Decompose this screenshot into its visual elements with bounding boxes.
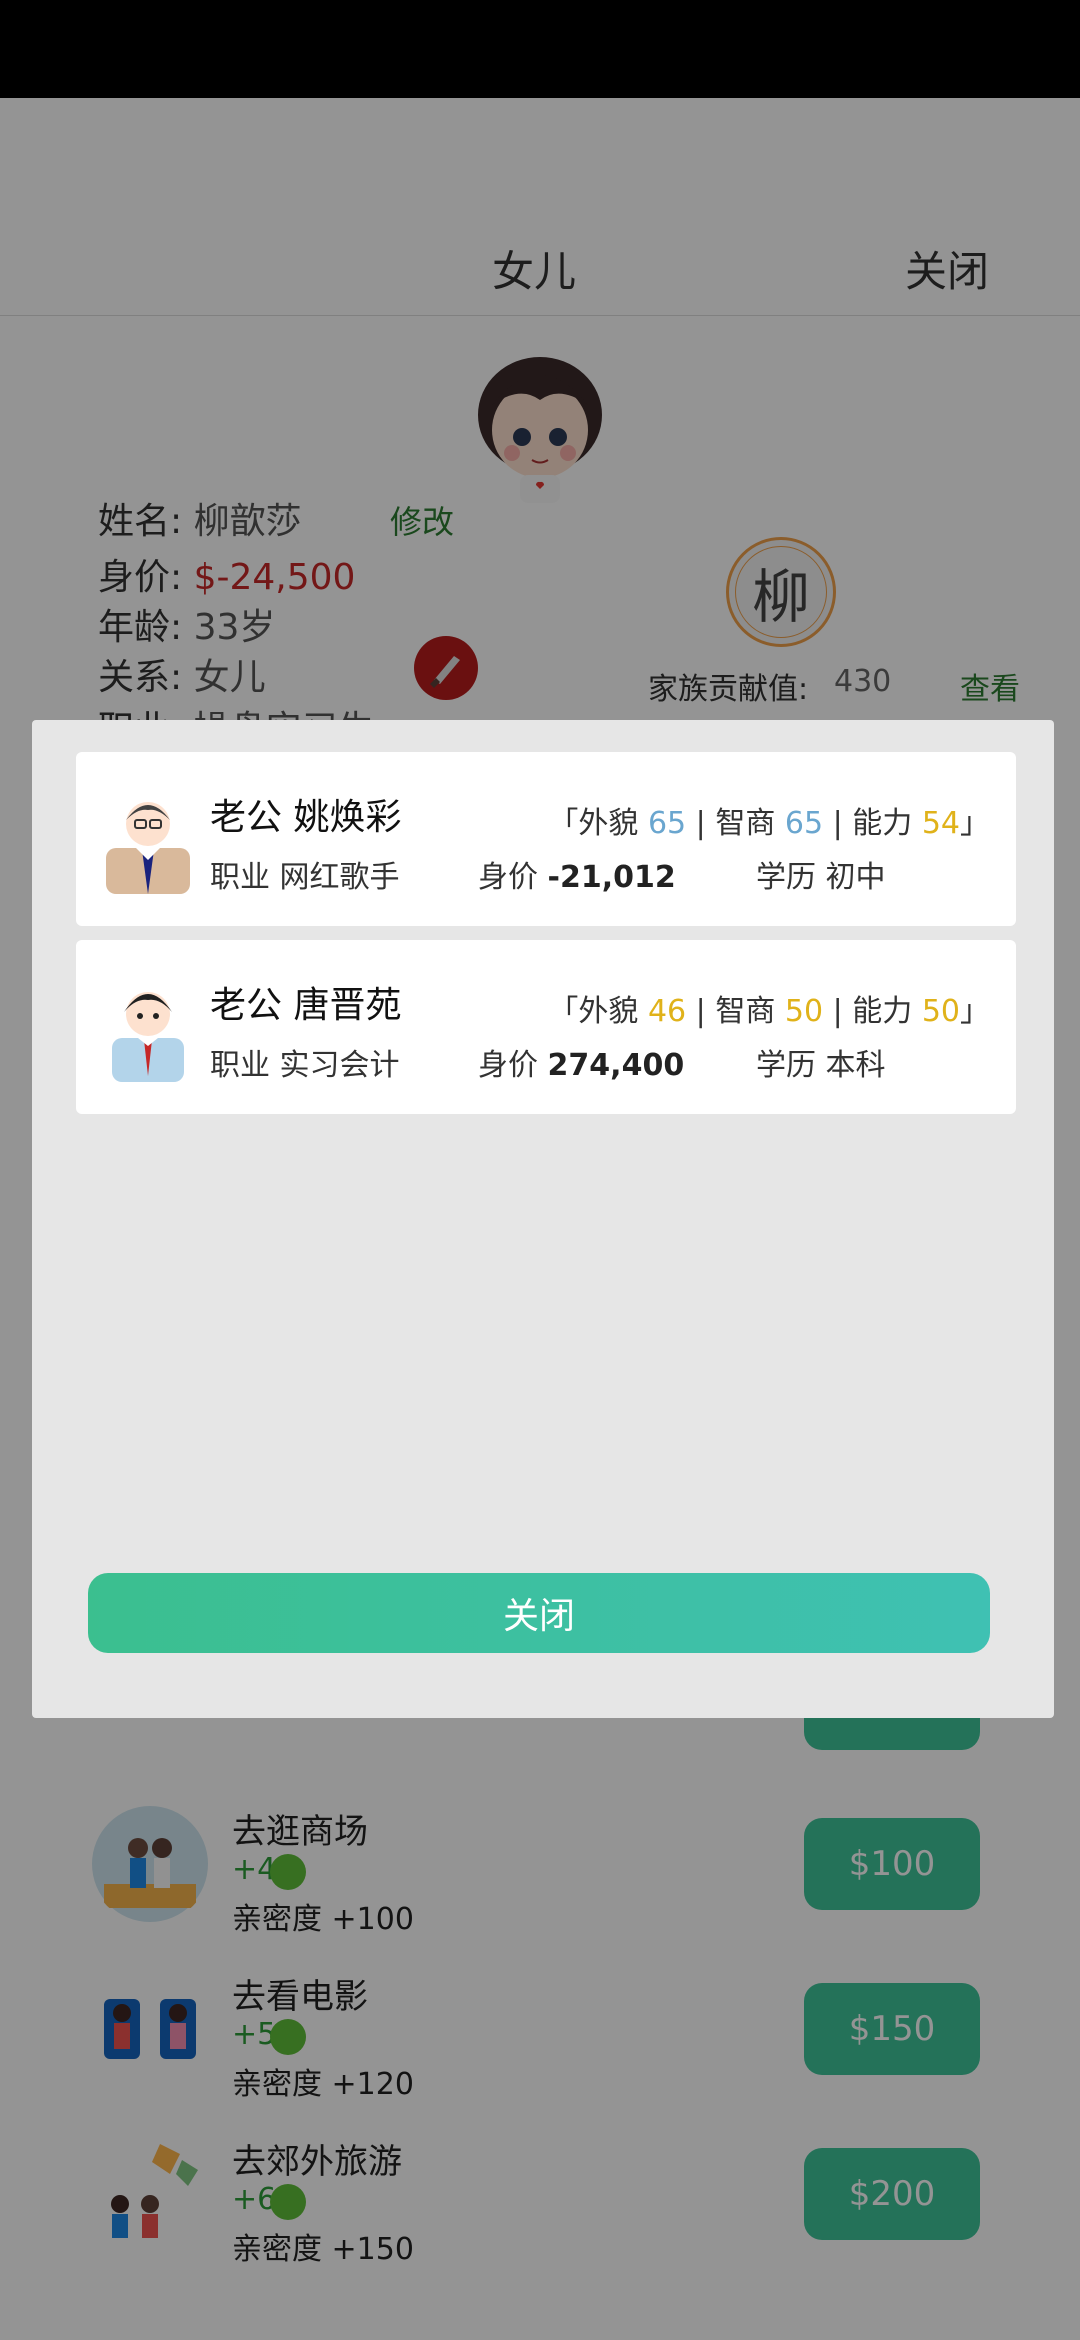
worth-value: 274,400 [547,1048,685,1083]
worth-label: 身价 [478,860,538,895]
job-value: 网红歌手 [279,860,400,895]
modal-close-button[interactable]: 关闭 [88,1573,990,1653]
candidate-education: 学历 本科 [756,1040,886,1084]
job-label: 职业 [210,1048,270,1083]
candidate-education: 学历 初中 [756,852,886,896]
iq-label: | 智商 [695,994,776,1029]
education-value: 本科 [825,1048,886,1083]
education-value: 初中 [825,860,886,895]
looks-value: 46 [647,994,687,1029]
candidate-job: 职业 实习会计 [210,1040,400,1084]
job-label: 职业 [210,860,270,895]
status-bar [0,0,1080,98]
candidate-worth: 身价 274,400 [478,1040,684,1084]
iq-label: | 智商 [695,806,776,841]
candidate-worth: 身价 -21,012 [478,852,676,896]
education-label: 学历 [756,1048,816,1083]
candidate-stats: 「外貌 65 | 智商 65 | 能力 54」 [548,798,990,842]
candidate-title: 老公 唐晋苑 [210,985,402,1026]
education-label: 学历 [756,860,816,895]
stats-end: 」 [960,994,990,1029]
ability-label: | 能力 [832,806,913,841]
looks-label: 「外貌 [548,806,639,841]
iq-value: 50 [784,994,824,1029]
job-value: 实习会计 [279,1048,400,1083]
candidate-avatar [106,802,190,894]
candidate-card[interactable]: 老公 唐晋苑 「外貌 46 | 智商 50 | 能力 50」 职业 实习会计 身… [76,940,1016,1114]
worth-value: -21,012 [547,860,676,895]
ability-label: | 能力 [832,994,913,1029]
spouse-candidates-modal: 老公 姚焕彩 「外貌 65 | 智商 65 | 能力 54」 职业 网红歌手 身… [32,720,1054,1718]
candidate-title: 老公 姚焕彩 [210,797,402,838]
candidate-stats: 「外貌 46 | 智商 50 | 能力 50」 [548,986,990,1030]
looks-value: 65 [647,806,687,841]
looks-label: 「外貌 [548,994,639,1029]
worth-label: 身价 [478,1048,538,1083]
ability-value: 50 [921,994,960,1029]
candidate-avatar [112,992,184,1082]
ability-value: 54 [921,806,960,841]
candidate-job: 职业 网红歌手 [210,852,400,896]
candidate-card[interactable]: 老公 姚焕彩 「外貌 65 | 智商 65 | 能力 54」 职业 网红歌手 身… [76,752,1016,926]
stats-end: 」 [960,806,990,841]
iq-value: 65 [784,806,824,841]
